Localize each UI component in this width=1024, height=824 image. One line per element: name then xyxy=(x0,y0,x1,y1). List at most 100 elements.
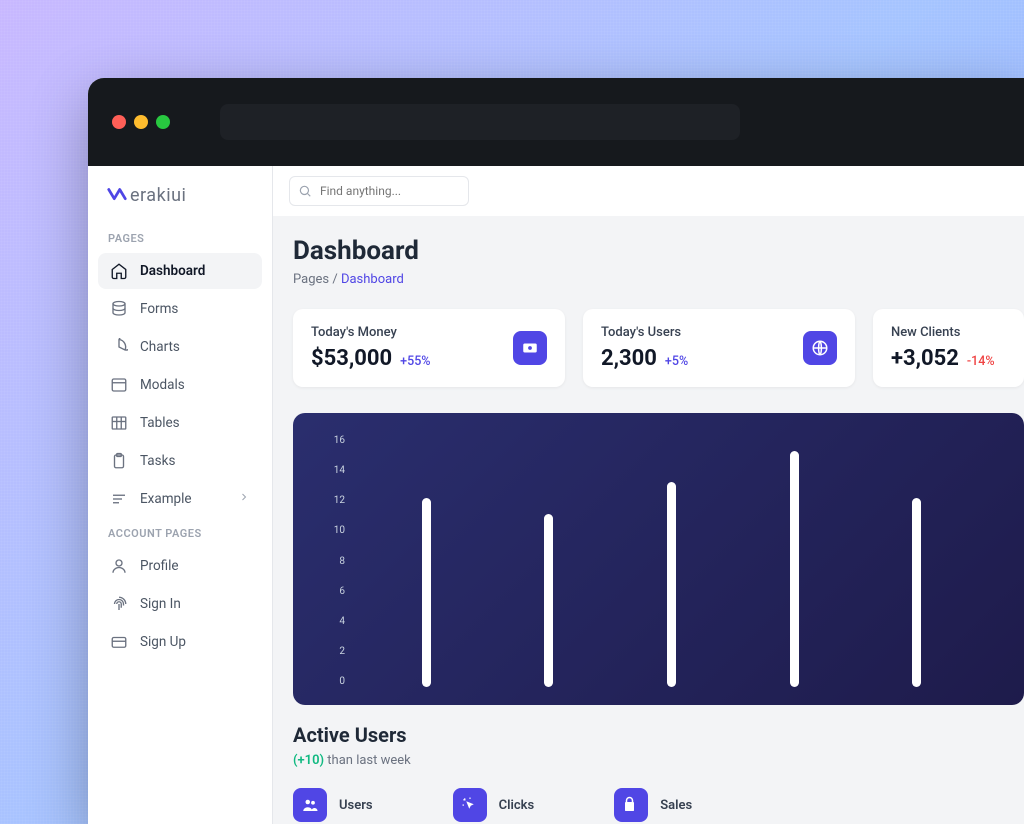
sidebar-item-example[interactable]: Example xyxy=(98,481,262,517)
home-icon xyxy=(110,262,128,280)
stat-card-label: Today's Users xyxy=(601,325,688,340)
metric-clicks: Clicks xyxy=(453,788,535,822)
chart-y-axis: 16 14 12 10 8 6 4 2 0 xyxy=(319,435,345,695)
breadcrumb-root[interactable]: Pages xyxy=(293,272,329,287)
y-tick: 10 xyxy=(319,525,345,536)
sidebar-item-label: Charts xyxy=(140,339,180,355)
search-input[interactable] xyxy=(289,176,469,206)
window-icon xyxy=(110,376,128,394)
breadcrumb-current[interactable]: Dashboard xyxy=(341,272,404,287)
sidebar: erakiui PAGES Dashboard Forms Charts Modals T… xyxy=(88,166,273,824)
sidebar-item-label: Tables xyxy=(140,415,180,431)
content: Dashboard Pages / Dashboard Today's Mone… xyxy=(273,216,1024,824)
sidebar-item-label: Example xyxy=(140,491,192,507)
sidebar-item-charts[interactable]: Charts xyxy=(98,329,262,365)
stat-cards-row: Today's Money $53,000 +55% Today's Users 2,… xyxy=(293,309,1024,387)
url-bar[interactable] xyxy=(220,104,740,140)
stat-card: New Clients +3,052 -14% xyxy=(873,309,1024,387)
sidebar-item-tasks[interactable]: Tasks xyxy=(98,443,262,479)
stat-card-label: New Clients xyxy=(891,325,995,340)
metric-label: Clicks xyxy=(499,798,535,813)
users-icon xyxy=(293,788,327,822)
sidebar-section-label: ACCOUNT PAGES xyxy=(98,519,262,548)
metric-label: Sales xyxy=(660,798,692,813)
search-icon xyxy=(298,184,312,198)
chart-bar xyxy=(422,498,431,687)
window-controls xyxy=(112,115,170,129)
active-users-title: Active Users xyxy=(293,723,1024,747)
metrics-row: Users Clicks Sales xyxy=(293,788,1024,822)
y-tick: 6 xyxy=(319,586,345,597)
page-title: Dashboard xyxy=(293,236,1024,266)
active-users-subtitle: (+10) than last week xyxy=(293,753,1024,768)
metric-sales: Sales xyxy=(614,788,692,822)
sidebar-section-label: PAGES xyxy=(98,224,262,253)
close-dot[interactable] xyxy=(112,115,126,129)
sidebar-item-tables[interactable]: Tables xyxy=(98,405,262,441)
lines-icon xyxy=(110,490,128,508)
sidebar-item-label: Dashboard xyxy=(140,263,205,279)
sidebar-item-label: Sign In xyxy=(140,596,181,612)
clicks-icon xyxy=(453,788,487,822)
pie-icon xyxy=(110,338,128,356)
chevron-right-icon xyxy=(238,491,250,507)
stat-card: Today's Users 2,300 +5% xyxy=(583,309,855,387)
brand-logo[interactable]: erakiui xyxy=(98,180,262,224)
app-window: erakiui PAGES Dashboard Forms Charts Modals T… xyxy=(88,78,1024,824)
sidebar-item-forms[interactable]: Forms xyxy=(98,291,262,327)
globe-icon xyxy=(803,331,837,365)
stat-card-change: -14% xyxy=(967,354,995,369)
active-users-chart: 16 14 12 10 8 6 4 2 0 xyxy=(293,413,1024,705)
y-tick: 16 xyxy=(319,435,345,446)
chart-bar xyxy=(667,482,676,687)
stat-card-change: +5% xyxy=(665,354,688,369)
card-icon xyxy=(110,633,128,651)
money-icon xyxy=(513,331,547,365)
metric-users: Users xyxy=(293,788,373,822)
stat-card-label: Today's Money xyxy=(311,325,431,340)
breadcrumb: Pages / Dashboard xyxy=(293,272,1024,287)
sidebar-item-modals[interactable]: Modals xyxy=(98,367,262,403)
app-body: erakiui PAGES Dashboard Forms Charts Modals T… xyxy=(88,166,1024,824)
sidebar-item-dashboard[interactable]: Dashboard xyxy=(98,253,262,289)
y-tick: 12 xyxy=(319,495,345,506)
search-wrapper xyxy=(289,176,469,206)
y-tick: 8 xyxy=(319,556,345,567)
sidebar-item-sign-up[interactable]: Sign Up xyxy=(98,624,262,660)
logo-icon xyxy=(106,184,128,206)
grid-icon xyxy=(110,414,128,432)
sidebar-item-sign-in[interactable]: Sign In xyxy=(98,586,262,622)
stat-card-value: 2,300 +5% xyxy=(601,346,688,371)
y-tick: 0 xyxy=(319,676,345,687)
stat-card-change: +55% xyxy=(400,354,430,369)
fingerprint-icon xyxy=(110,595,128,613)
y-tick: 14 xyxy=(319,465,345,476)
y-tick: 4 xyxy=(319,616,345,627)
maximize-dot[interactable] xyxy=(156,115,170,129)
delta-value: (+10) xyxy=(293,753,324,768)
sidebar-item-profile[interactable]: Profile xyxy=(98,548,262,584)
main-area: Dashboard Pages / Dashboard Today's Mone… xyxy=(273,166,1024,824)
chart-bar xyxy=(544,514,553,687)
sidebar-item-label: Profile xyxy=(140,558,179,574)
topbar xyxy=(273,166,1024,216)
stat-card-value: +3,052 -14% xyxy=(891,346,995,371)
logo-text: erakiui xyxy=(130,185,186,206)
sales-icon xyxy=(614,788,648,822)
chart-bar xyxy=(790,451,799,687)
y-tick: 2 xyxy=(319,646,345,657)
sidebar-item-label: Sign Up xyxy=(140,634,186,650)
sidebar-item-label: Tasks xyxy=(140,453,175,469)
chart-bar xyxy=(912,498,921,687)
sidebar-item-label: Modals xyxy=(140,377,185,393)
metric-label: Users xyxy=(339,798,373,813)
chart-bars xyxy=(345,435,998,695)
database-icon xyxy=(110,300,128,318)
stat-card-value: $53,000 +55% xyxy=(311,346,431,371)
window-titlebar xyxy=(88,78,1024,166)
minimize-dot[interactable] xyxy=(134,115,148,129)
clipboard-icon xyxy=(110,452,128,470)
sidebar-item-label: Forms xyxy=(140,301,178,317)
user-icon xyxy=(110,557,128,575)
stat-card: Today's Money $53,000 +55% xyxy=(293,309,565,387)
